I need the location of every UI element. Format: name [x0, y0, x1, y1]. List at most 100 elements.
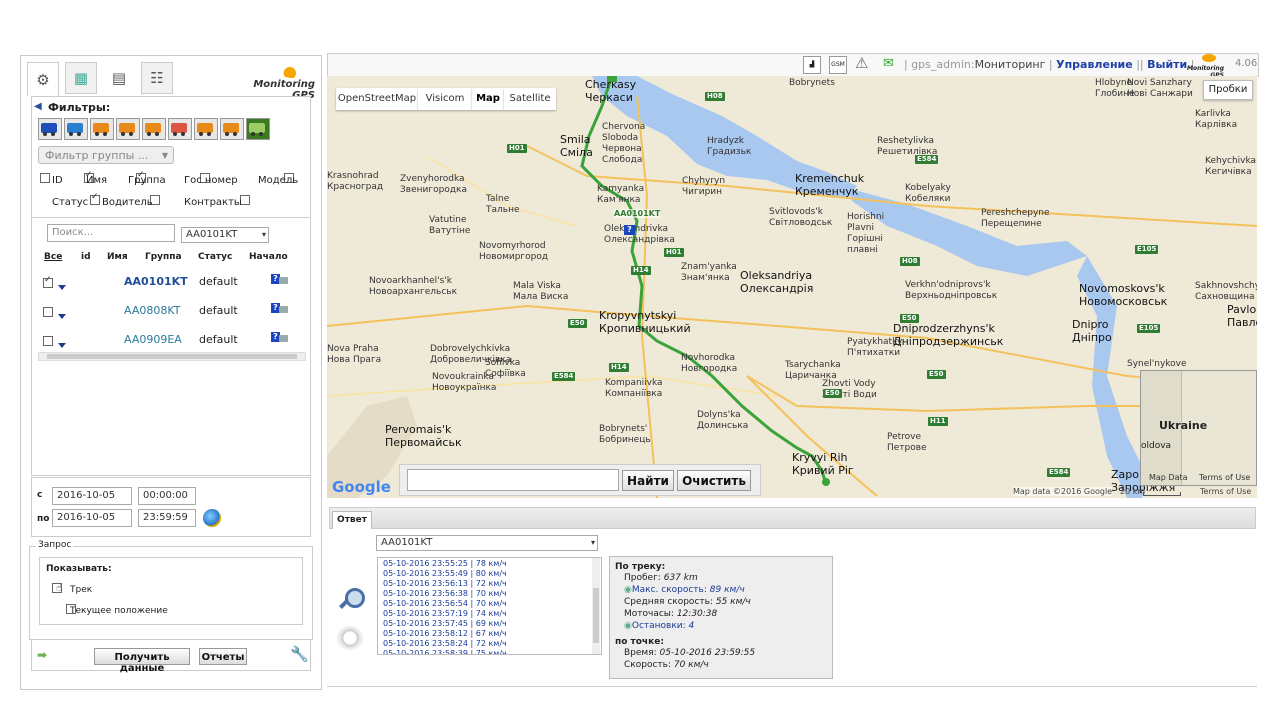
- filter-truck-5-icon[interactable]: [168, 118, 192, 140]
- map-city-label: Vatutine Ватутіне: [429, 215, 471, 236]
- maptype-map[interactable]: Map: [472, 88, 504, 110]
- to-time-input[interactable]: 23:59:59: [138, 509, 196, 527]
- log-entry[interactable]: 05-10-2016 23:58:39 | 75 км/ч: [383, 649, 507, 654]
- map-search-input[interactable]: [407, 469, 619, 491]
- to-date-input[interactable]: 2016-10-05: [52, 509, 132, 527]
- map-city-label: Hradyzk Градизьк: [707, 136, 752, 157]
- vehicle-marker-icon[interactable]: ?: [624, 225, 635, 235]
- tab-documents[interactable]: ▤: [103, 62, 135, 94]
- tab-answer[interactable]: Ответ: [332, 511, 372, 529]
- filter-truck-6-icon[interactable]: [194, 118, 218, 140]
- column-header[interactable]: Группа: [145, 252, 182, 262]
- top-logo: Monitoring GPS: [1174, 54, 1224, 79]
- dropdown-arrow-icon: ▾: [261, 230, 266, 239]
- object-select[interactable]: AA0101KT ▾: [181, 227, 269, 243]
- search-input[interactable]: Поиск...: [47, 224, 175, 242]
- row-name[interactable]: AA0808KT: [124, 304, 180, 317]
- user-info: | gps_admin:Мониторинг | Управление || В…: [904, 58, 1195, 71]
- maptype-osm[interactable]: OpenStreetMap: [336, 88, 418, 110]
- get-data-button[interactable]: Получить данные: [94, 648, 190, 674]
- maptype-satellite[interactable]: Satellite: [504, 88, 556, 110]
- tab-settings[interactable]: ⚙: [27, 62, 59, 96]
- log-entry[interactable]: 05-10-2016 23:55:25 | 78 км/ч: [383, 559, 507, 569]
- column-header[interactable]: Начало: [249, 252, 288, 262]
- row-checkbox[interactable]: [43, 336, 53, 346]
- filter-unknown-icon[interactable]: [38, 118, 62, 140]
- table-row[interactable]: AA0909EA default?: [32, 328, 308, 352]
- group-filter-select[interactable]: Фильтр группы ... ▼: [38, 146, 174, 164]
- filter-truck-3-icon[interactable]: [116, 118, 140, 140]
- zoom-search-icon[interactable]: [337, 586, 365, 614]
- filter-truck-2-icon[interactable]: [90, 118, 114, 140]
- wrench-icon[interactable]: 🔧: [290, 645, 309, 663]
- row-checkbox[interactable]: [43, 275, 53, 288]
- filter-truck-7-icon[interactable]: [220, 118, 244, 140]
- eye-icon: ◉: [624, 621, 632, 631]
- reports-button[interactable]: Отчеты: [199, 648, 247, 665]
- log-entry[interactable]: 05-10-2016 23:58:24 | 72 км/ч: [383, 639, 507, 649]
- row-checkbox[interactable]: [43, 307, 53, 317]
- map-terms[interactable]: Terms of Use: [1200, 487, 1251, 496]
- road-badge: H01: [664, 248, 684, 257]
- stat-stops[interactable]: ◉Остановки: 4: [624, 621, 694, 632]
- track-log-list[interactable]: 05-10-2016 23:55:25 | 78 км/ч 05-10-2016 …: [377, 557, 602, 655]
- column-header[interactable]: id: [81, 252, 91, 262]
- map-icon: ▦: [73, 69, 89, 87]
- log-entry[interactable]: 05-10-2016 23:56:38 | 70 км/ч: [383, 589, 507, 599]
- column-header[interactable]: Статус: [198, 252, 232, 262]
- gsm-icon[interactable]: GSM: [829, 56, 847, 74]
- map[interactable]: Cherkasy Черкаси Smila Сміла Chervona Slob…: [327, 76, 1257, 498]
- filter-truck-green-icon[interactable]: [246, 118, 270, 140]
- stat-max-speed[interactable]: ◉Макс. скорость: 89 км/ч: [624, 585, 745, 596]
- vertical-scrollbar[interactable]: [592, 558, 600, 654]
- log-entry[interactable]: 05-10-2016 23:55:49 | 80 км/ч: [383, 569, 507, 579]
- row-name[interactable]: AA0909EA: [124, 333, 182, 346]
- result-object-select[interactable]: AA0101KT ▾: [376, 535, 598, 551]
- traffic-button[interactable]: Пробки: [1203, 80, 1253, 100]
- expand-arrow-icon[interactable]: [58, 338, 66, 351]
- filter-label: ID: [52, 175, 63, 186]
- find-button[interactable]: Найти: [622, 470, 674, 491]
- road-badge: E105: [1135, 245, 1159, 254]
- calendar-globe-icon[interactable]: [203, 509, 221, 527]
- back-arrow-icon[interactable]: ◀: [34, 101, 42, 112]
- log-entry[interactable]: 05-10-2016 23:56:54 | 70 км/ч: [383, 599, 507, 609]
- expand-arrow-icon[interactable]: [58, 280, 66, 293]
- from-date-input[interactable]: 2016-10-05: [52, 487, 132, 505]
- row-name[interactable]: AA0101KT: [124, 275, 188, 288]
- horizontal-scrollbar[interactable]: [38, 352, 306, 361]
- column-header[interactable]: Имя: [107, 252, 128, 262]
- circle-icon[interactable]: [337, 626, 363, 650]
- mail-icon[interactable]: ✉: [883, 56, 894, 71]
- from-time-input[interactable]: 00:00:00: [138, 487, 196, 505]
- map-city-label: Nova Praha Нова Прага: [327, 344, 382, 365]
- filter-checkbox-5[interactable]: [90, 192, 100, 205]
- filter-label: Имя: [86, 175, 108, 186]
- table-row[interactable]: AA0808KT default?: [32, 299, 308, 323]
- vehicle-label[interactable]: AA0101KT: [614, 209, 661, 218]
- google-logo: Google: [332, 478, 391, 496]
- filter-checkbox-0[interactable]: [40, 173, 50, 183]
- log-entry[interactable]: 05-10-2016 23:56:13 | 72 км/ч: [383, 579, 507, 589]
- filter-truck-icon[interactable]: [64, 118, 88, 140]
- log-entry[interactable]: 05-10-2016 23:58:12 | 67 км/ч: [383, 629, 507, 639]
- manage-link[interactable]: Управление: [1056, 58, 1133, 71]
- warning-icon[interactable]: ⚠: [855, 54, 868, 72]
- tab-map[interactable]: ▦: [65, 62, 97, 94]
- tab-reports[interactable]: ☷: [141, 62, 173, 94]
- log-entry[interactable]: 05-10-2016 23:57:45 | 69 км/ч: [383, 619, 507, 629]
- column-header[interactable]: Все: [44, 252, 62, 262]
- map-city-label: Synel'nykove: [1127, 359, 1187, 369]
- table-row[interactable]: AA0101KT default?: [32, 270, 308, 294]
- log-entry[interactable]: 05-10-2016 23:57:19 | 74 км/ч: [383, 609, 507, 619]
- expand-arrow-icon[interactable]: [58, 309, 66, 322]
- road-badge: E50: [900, 314, 919, 323]
- inset-map[interactable]: Ukraine oldova Map Data Terms of Use: [1140, 370, 1257, 486]
- filter-truck-4-icon[interactable]: [142, 118, 166, 140]
- clear-button[interactable]: Очистить: [677, 470, 751, 491]
- chevron-down-icon: ▼: [161, 151, 168, 160]
- unknown-vehicle-icon: ?: [271, 274, 288, 286]
- chart-icon[interactable]: ▟: [803, 56, 821, 74]
- show-title: Показывать:: [46, 564, 112, 574]
- maptype-visicom[interactable]: Visicom: [418, 88, 472, 110]
